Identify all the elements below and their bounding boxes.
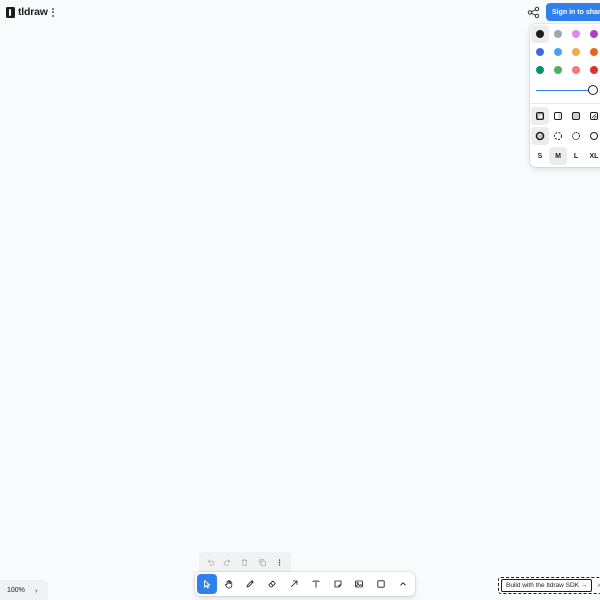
tool-arrow[interactable] (284, 574, 304, 594)
tool-eraser[interactable] (262, 574, 282, 594)
color-dot (590, 66, 598, 74)
redo-icon (224, 558, 231, 566)
dash-solid-button[interactable] (585, 127, 600, 145)
color-dot (572, 48, 580, 56)
duplicate-icon (259, 558, 266, 566)
fill-solid-button[interactable] (567, 107, 585, 125)
fill-none-icon (536, 112, 544, 120)
build-with-sdk-link[interactable]: Build with the tldraw SDK → (501, 579, 593, 592)
size-m-button[interactable]: M (549, 147, 567, 165)
app-name: tldraw (18, 6, 48, 18)
rectangle-icon (377, 580, 385, 588)
undo-button[interactable] (204, 555, 218, 569)
duplicate-button[interactable] (255, 555, 269, 569)
style-panel-divider (530, 103, 600, 104)
color-dot (572, 30, 580, 38)
zoom-level[interactable]: 100% (7, 587, 25, 594)
quick-actions-bar (199, 552, 291, 572)
color-swatch-grey[interactable] (549, 25, 567, 43)
size-s-button[interactable]: S (531, 147, 549, 165)
color-swatch-light-violet[interactable] (567, 25, 585, 43)
hand-icon (224, 580, 232, 589)
delete-button[interactable] (238, 555, 252, 569)
color-dot (554, 30, 562, 38)
redo-button[interactable] (221, 555, 235, 569)
tool-text[interactable] (306, 574, 326, 594)
fill-semi-button[interactable] (549, 107, 567, 125)
undo-icon (207, 558, 215, 566)
dash-solid-icon (590, 132, 598, 140)
color-swatch-black[interactable] (531, 25, 549, 43)
color-dot (536, 66, 544, 74)
dot-icon (52, 11, 54, 13)
more-actions-button[interactable] (272, 555, 286, 569)
color-dot (554, 48, 562, 56)
trash-icon (242, 558, 248, 566)
color-dot (554, 66, 562, 74)
dash-draw-button[interactable] (531, 127, 549, 145)
app-logo: tldraw (6, 5, 48, 19)
color-swatch-red[interactable] (585, 61, 600, 79)
share-icon[interactable] (527, 6, 540, 19)
tool-image[interactable] (350, 574, 370, 594)
color-dot (590, 48, 598, 56)
chevron-up-icon (400, 582, 406, 586)
fill-none-button[interactable] (531, 107, 549, 125)
size-xl-button[interactable]: XL (585, 147, 600, 165)
eraser-icon (268, 580, 277, 588)
chevron-right-icon[interactable]: › (35, 586, 38, 595)
color-swatch-light-red[interactable] (567, 61, 585, 79)
dash-dotted-icon (572, 132, 580, 140)
text-icon (312, 580, 320, 588)
arrow-icon (290, 580, 298, 588)
pointer-icon (203, 580, 211, 589)
main-menu-button[interactable] (49, 6, 57, 18)
tool-hand[interactable] (219, 574, 239, 594)
dash-dotted-button[interactable] (567, 127, 585, 145)
dash-dashed-button[interactable] (549, 127, 567, 145)
fill-solid-icon (572, 112, 580, 120)
color-swatch-light-green[interactable] (549, 61, 567, 79)
color-swatch-yellow[interactable] (567, 43, 585, 61)
dash-draw-icon (535, 131, 545, 141)
zoom-menu: 100% › (0, 580, 48, 600)
fill-semi-icon (554, 112, 562, 120)
pencil-icon (247, 580, 255, 588)
opacity-slider-thumb[interactable] (588, 85, 598, 95)
color-swatch-orange[interactable] (585, 43, 600, 61)
color-dot (536, 48, 544, 56)
fill-pattern-icon (590, 112, 598, 120)
more-vertical-icon (278, 558, 281, 566)
tool-note[interactable] (328, 574, 348, 594)
color-swatch-violet[interactable] (585, 25, 600, 43)
tool-draw[interactable] (241, 574, 261, 594)
color-dot (572, 66, 580, 74)
sign-in-to-share-button[interactable]: Sign in to share (546, 3, 600, 21)
image-icon (355, 580, 364, 588)
sticky-note-icon (334, 580, 342, 588)
color-swatch-blue[interactable] (531, 43, 549, 61)
dot-icon (52, 7, 54, 10)
color-dot (590, 30, 598, 38)
dash-dashed-icon (554, 132, 562, 140)
tool-more[interactable] (393, 574, 413, 594)
tool-rectangle[interactable] (371, 574, 391, 594)
size-l-button[interactable]: L (567, 147, 585, 165)
opacity-slider-track (536, 89, 592, 91)
color-swatch-light-blue[interactable] (549, 43, 567, 61)
fill-pattern-button[interactable] (585, 107, 600, 125)
main-toolbar (195, 572, 415, 596)
color-swatch-green[interactable] (531, 61, 549, 79)
sdk-banner: Build with the tldraw SDK → × (498, 577, 600, 594)
tool-select[interactable] (197, 574, 217, 594)
opacity-slider[interactable] (536, 85, 598, 95)
tldraw-logo-icon (6, 6, 15, 18)
dot-icon (52, 14, 54, 17)
color-dot (536, 30, 544, 38)
